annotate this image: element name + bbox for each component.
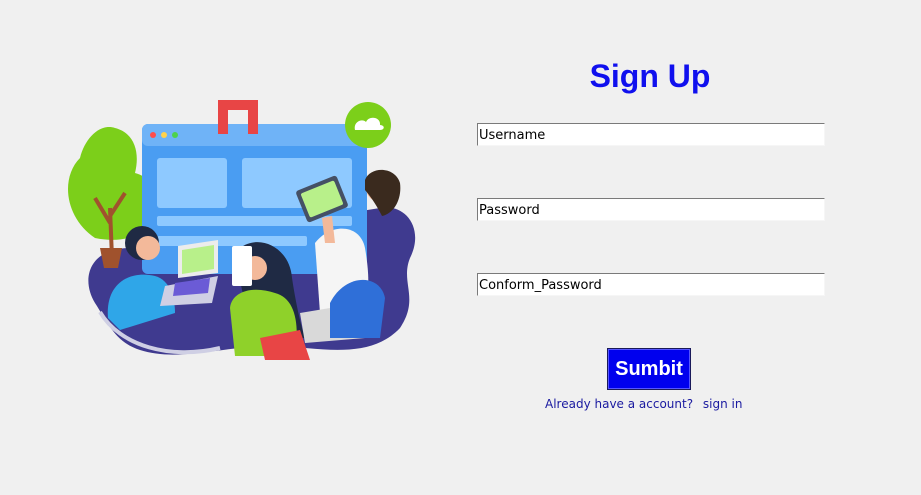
submit-button[interactable]: Sumbit [607, 348, 691, 390]
signin-row: Already have a account? sign in [545, 397, 745, 411]
page-title: Sign Up [589, 58, 711, 94]
password-field[interactable] [477, 198, 825, 221]
signin-prompt: Already have a account? [545, 397, 694, 411]
confirm-password-field[interactable] [477, 273, 825, 296]
username-field[interactable] [477, 123, 825, 146]
team-collaboration-illustration [68, 100, 416, 360]
signin-link[interactable]: sign in [703, 397, 743, 411]
